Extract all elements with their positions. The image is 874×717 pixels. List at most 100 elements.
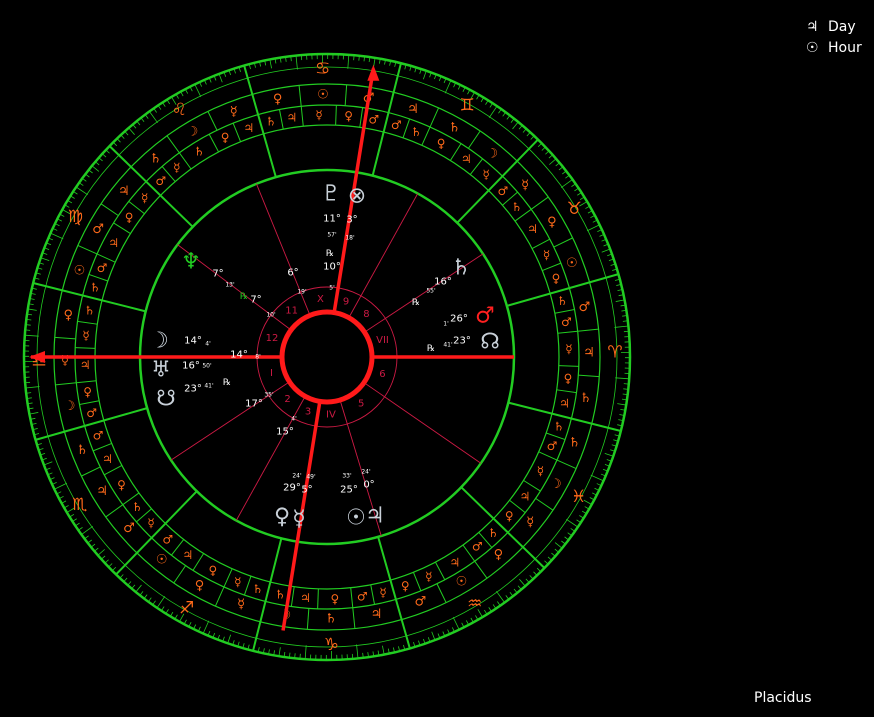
degree-tick bbox=[497, 601, 501, 606]
part-of-fortune-minute: 18' bbox=[345, 235, 355, 242]
degree-tick bbox=[78, 527, 83, 531]
decan-ruler-glyph: ☽ bbox=[187, 125, 199, 140]
decan-boundary bbox=[507, 532, 524, 548]
degree-tick bbox=[565, 174, 570, 179]
sun-degree: 25° bbox=[340, 485, 358, 496]
house-cusp-line bbox=[348, 193, 419, 318]
decan-boundary bbox=[64, 425, 85, 433]
degree-tick bbox=[97, 549, 105, 556]
north-node-retrograde-icon: ℞ bbox=[427, 344, 435, 354]
term-ruler-glyph: ☿ bbox=[565, 342, 572, 356]
venus-minute: 24' bbox=[292, 473, 302, 480]
mercury-icon: ☿ bbox=[292, 507, 306, 532]
degree-tick bbox=[112, 141, 118, 147]
house-cusp-degree: 15° bbox=[276, 427, 294, 438]
degree-tick bbox=[90, 543, 96, 548]
term-ruler-glyph: ♄ bbox=[557, 294, 568, 308]
legend-day: ♃ Day bbox=[806, 17, 862, 38]
term-ruler-glyph: ♀ bbox=[117, 478, 126, 492]
term-boundary bbox=[75, 347, 96, 349]
degree-tick bbox=[617, 403, 627, 406]
house-number-label: 11 bbox=[285, 306, 298, 317]
degree-tick bbox=[152, 600, 156, 606]
degree-tick bbox=[87, 539, 93, 544]
saturn-retrograde-icon: ℞ bbox=[412, 298, 420, 308]
decan-ruler-glyph: ☿ bbox=[526, 515, 534, 530]
term-ruler-glyph: ♂ bbox=[357, 589, 368, 603]
center-hub bbox=[279, 309, 375, 405]
saturn-icon: ♄ bbox=[451, 256, 471, 281]
degree-tick bbox=[488, 105, 498, 118]
decan-ruler-glyph: ♀ bbox=[273, 92, 283, 107]
decan-boundary bbox=[62, 289, 83, 296]
decan-ruler-glyph: ♄ bbox=[325, 612, 337, 627]
decan-boundary bbox=[352, 607, 356, 629]
zodiac-sign-glyph: ♊ bbox=[460, 95, 475, 115]
degree-tick bbox=[358, 55, 360, 61]
decan-boundary bbox=[54, 336, 76, 340]
term-boundary bbox=[469, 158, 483, 175]
term-ruler-glyph: ☿ bbox=[82, 328, 89, 342]
decan-ruler-glyph: ☉ bbox=[156, 553, 168, 568]
degree-tick bbox=[554, 542, 563, 549]
degree-tick bbox=[98, 157, 103, 162]
degree-tick bbox=[526, 132, 531, 137]
decan-ruler-glyph: ♃ bbox=[407, 102, 419, 117]
degree-tick bbox=[25, 324, 31, 326]
degree-tick bbox=[510, 118, 515, 123]
term-boundary bbox=[290, 586, 295, 607]
term-boundary bbox=[300, 106, 304, 127]
house-cusp-minute: 35' bbox=[264, 392, 274, 399]
degree-tick bbox=[139, 591, 144, 596]
degree-tick bbox=[356, 644, 359, 659]
house-cusp-minute: 4' bbox=[291, 416, 297, 423]
degree-tick bbox=[105, 149, 110, 154]
house-cusp-minute: 10' bbox=[266, 312, 276, 319]
term-ruler-glyph: ♀ bbox=[209, 563, 218, 577]
term-boundary bbox=[278, 109, 284, 130]
term-ruler-glyph: ☿ bbox=[173, 160, 180, 174]
term-ruler-glyph: ♀ bbox=[344, 109, 353, 123]
degree-tick bbox=[84, 535, 89, 540]
venus-icon: ♀ bbox=[274, 505, 290, 530]
decan-ruler-glyph: ♀ bbox=[547, 215, 557, 230]
sun-icon: ☉ bbox=[806, 40, 819, 56]
mars-minute: 1' bbox=[443, 321, 449, 328]
degree-tick bbox=[101, 555, 106, 560]
decan-ruler-glyph: ☉ bbox=[74, 264, 86, 279]
term-ruler-glyph: ♄ bbox=[488, 526, 499, 540]
degree-tick bbox=[82, 178, 87, 182]
term-boundary bbox=[178, 152, 192, 170]
term-ruler-glyph: ♀ bbox=[331, 592, 340, 606]
degree-tick bbox=[102, 153, 107, 158]
decan-boundary bbox=[298, 85, 302, 107]
house-cusp-minute: 19' bbox=[297, 289, 307, 296]
neptune-degree: 7° bbox=[212, 269, 223, 280]
degree-tick bbox=[140, 117, 145, 123]
decan-boundary bbox=[474, 560, 488, 579]
house-number-label: 12 bbox=[266, 333, 279, 344]
degree-tick bbox=[564, 536, 569, 541]
degree-tick bbox=[116, 138, 121, 143]
degree-tick bbox=[136, 120, 141, 126]
degree-tick bbox=[91, 165, 100, 172]
degree-tick bbox=[108, 563, 113, 568]
degree-tick bbox=[227, 634, 232, 644]
term-ruler-glyph: ♄ bbox=[132, 500, 143, 514]
degree-tick bbox=[561, 540, 566, 545]
venus-degree: 29° bbox=[283, 483, 301, 494]
degree-tick bbox=[615, 299, 625, 302]
term-ruler-glyph: ☿ bbox=[141, 191, 148, 205]
degree-tick bbox=[128, 127, 135, 135]
term-boundary bbox=[76, 380, 97, 384]
decan-boundary bbox=[535, 497, 554, 511]
sun-icon: ☉ bbox=[346, 506, 366, 531]
term-ruler-glyph: ♄ bbox=[90, 281, 101, 295]
degree-tick bbox=[560, 179, 573, 188]
decan-ruler-glyph: ♀ bbox=[494, 548, 504, 563]
pluto-retrograde-icon: ℞ bbox=[326, 249, 334, 259]
degree-tick bbox=[144, 114, 149, 119]
term-boundary bbox=[402, 118, 411, 138]
degree-tick bbox=[571, 183, 576, 187]
degree-tick bbox=[72, 518, 77, 522]
